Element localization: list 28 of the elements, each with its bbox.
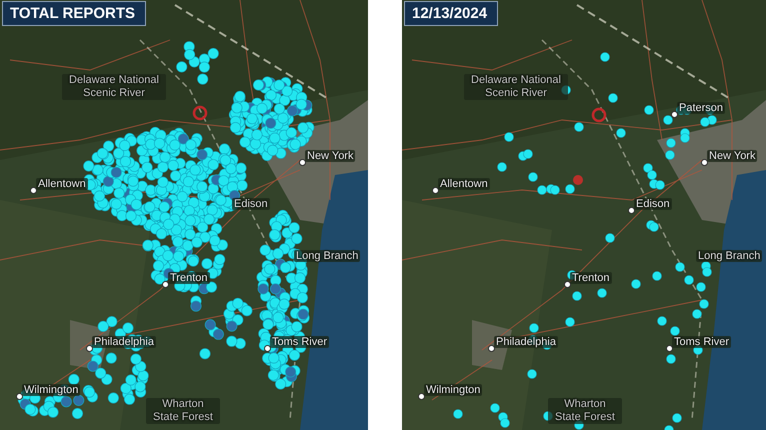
city-label: Edison bbox=[634, 198, 672, 210]
city-dot-icon bbox=[432, 187, 439, 194]
city-label: New York bbox=[305, 150, 356, 162]
region-label: Delaware National Scenic River bbox=[464, 74, 568, 100]
region-label: Wharton State Forest bbox=[146, 398, 220, 424]
city-label: Trenton bbox=[168, 272, 210, 284]
ring-marker-icon bbox=[192, 106, 208, 120]
city-label: Wilmington bbox=[424, 384, 482, 396]
city-label: Allentown bbox=[438, 178, 490, 190]
city-label: New York bbox=[707, 150, 758, 162]
city-label: Trenton bbox=[570, 272, 612, 284]
city-label: Toms River bbox=[270, 336, 330, 348]
panel-title: TOTAL REPORTS bbox=[2, 1, 146, 26]
city-label: Philadelphia bbox=[494, 336, 558, 348]
city-label: Long Branch bbox=[696, 250, 762, 262]
city-label: Paterson bbox=[677, 102, 726, 114]
region-label: Delaware National Scenic River bbox=[62, 74, 166, 100]
panel-title: 12/13/2024 bbox=[404, 1, 498, 26]
city-label: Long Branch bbox=[294, 250, 360, 262]
city-dot-icon bbox=[30, 187, 37, 194]
city-label: Toms River bbox=[672, 336, 732, 348]
city-label: Wilmington bbox=[22, 384, 80, 396]
region-label: Wharton State Forest bbox=[548, 398, 622, 424]
ring-marker-icon bbox=[592, 108, 606, 122]
city-label: Edison bbox=[232, 198, 270, 210]
city-label: Philadelphia bbox=[92, 336, 156, 348]
city-label: Allentown bbox=[36, 178, 88, 190]
map-marker-icon bbox=[573, 175, 583, 185]
